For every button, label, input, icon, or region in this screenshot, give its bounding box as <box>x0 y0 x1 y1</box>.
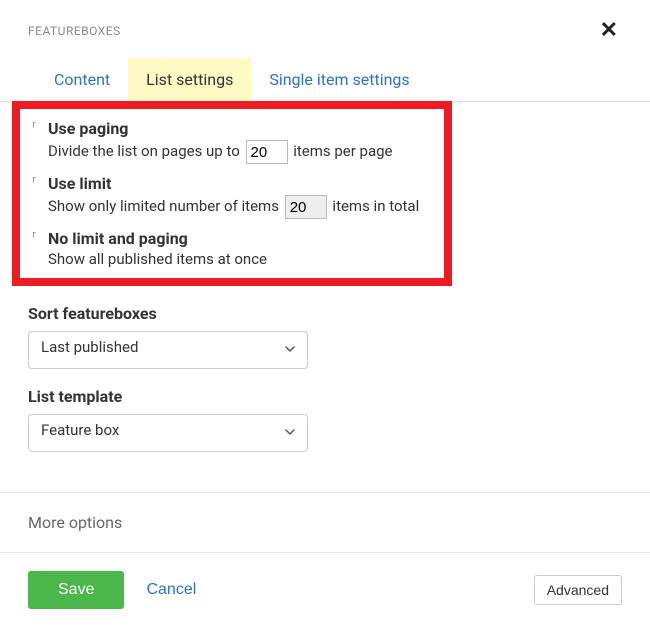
option-title: Use limit <box>48 174 436 193</box>
more-options-toggle[interactable]: More options <box>0 492 650 553</box>
close-icon[interactable]: ✕ <box>596 20 622 42</box>
panel-title: FEATUREBOXES <box>28 24 121 38</box>
option-no-limit[interactable]: 「 No limit and paging Show all published… <box>28 229 436 268</box>
sort-label: Sort featureboxes <box>28 304 622 323</box>
option-desc: Show only limited number of items items … <box>48 195 436 219</box>
cancel-button[interactable]: Cancel <box>146 581 196 599</box>
tab-list-settings[interactable]: List settings <box>128 58 251 101</box>
option-title: Use paging <box>48 119 436 138</box>
option-desc: Show all published items at once <box>48 250 436 268</box>
template-select[interactable]: Feature box <box>28 414 308 452</box>
option-use-limit[interactable]: 「 Use limit Show only limited number of … <box>28 174 436 219</box>
radio-icon[interactable]: 「 <box>28 121 38 132</box>
option-title: No limit and paging <box>48 229 436 248</box>
tab-content[interactable]: Content <box>36 58 128 101</box>
highlighted-options-box: 「 Use paging Divide the list on pages up… <box>12 101 452 286</box>
radio-icon[interactable]: 「 <box>28 231 38 242</box>
option-desc: Divide the list on pages up to items per… <box>48 140 436 164</box>
desc-prefix: Show only limited number of items <box>48 197 279 215</box>
option-use-paging[interactable]: 「 Use paging Divide the list on pages up… <box>28 119 436 164</box>
tabs: Content List settings Single item settin… <box>0 50 650 102</box>
save-button[interactable]: Save <box>28 571 124 609</box>
paging-count-input[interactable] <box>246 140 288 164</box>
desc-suffix: items in total <box>332 197 419 215</box>
template-label: List template <box>28 387 622 406</box>
desc-suffix: items per page <box>293 142 392 160</box>
advanced-button[interactable]: Advanced <box>534 575 622 605</box>
radio-icon[interactable]: 「 <box>28 176 38 187</box>
limit-count-input[interactable] <box>285 195 327 219</box>
desc-prefix: Divide the list on pages up to <box>48 142 240 160</box>
sort-select[interactable]: Last published <box>28 331 308 369</box>
tab-single-item[interactable]: Single item settings <box>251 58 427 101</box>
